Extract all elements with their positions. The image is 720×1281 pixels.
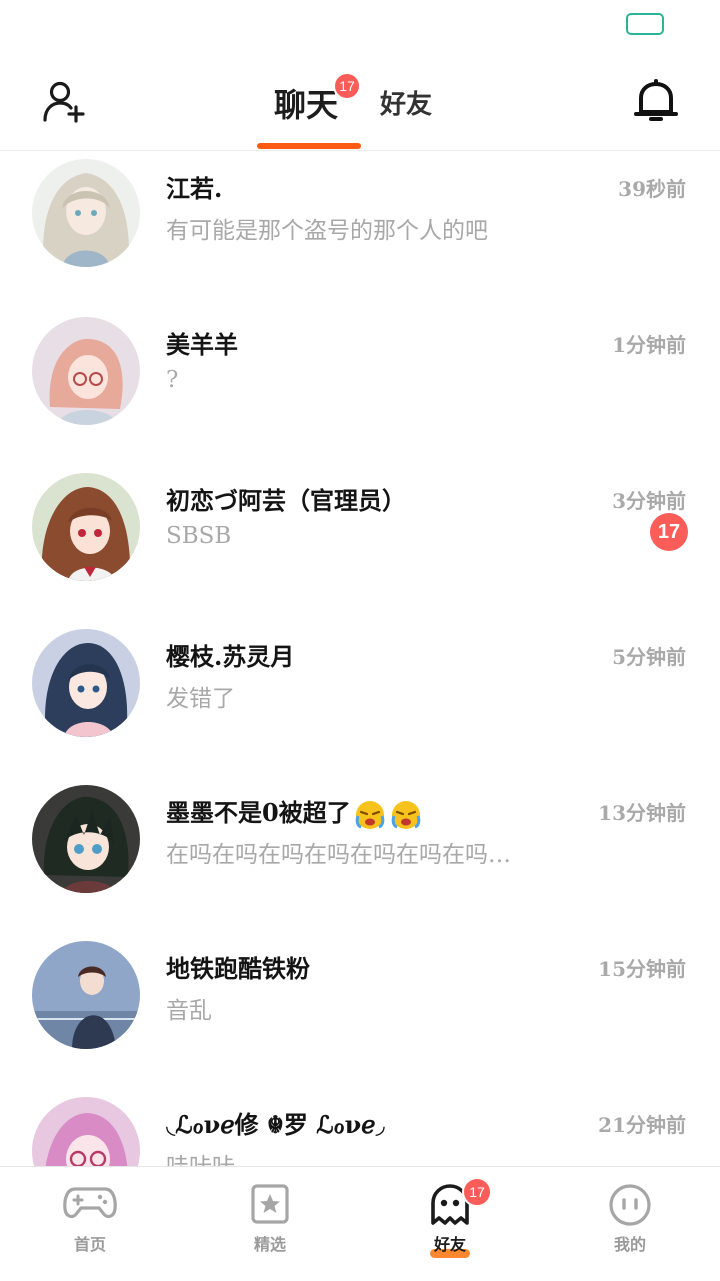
nav-label: 精选 (253, 1235, 286, 1254)
unread-count-badge: 17 (650, 513, 688, 551)
crying-face-emoji-icon (391, 800, 420, 829)
header: 聊天 17 好友 (0, 52, 720, 151)
avatar (32, 473, 140, 581)
conversation-item[interactable]: 地铁跑酷铁粉 音乱 15分钟前 (0, 931, 720, 1087)
conversation-last-message: 哇咔咔 (166, 1147, 235, 1166)
avatar (32, 629, 140, 737)
conversation-time: 21分钟前 (598, 1113, 686, 1137)
conversation-last-message: 发错了 (166, 686, 235, 712)
conversation-item[interactable]: 墨墨不是0被超了 在吗在吗在吗在吗在吗在吗在吗… 13分钟前 (0, 775, 720, 931)
conversation-last-message: 在吗在吗在吗在吗在吗在吗在吗… (166, 842, 511, 868)
nav-featured[interactable]: 精选 (180, 1167, 360, 1281)
conversation-item[interactable]: 初恋づ阿芸（官理员） SBSB 3分钟前 17 (0, 463, 720, 619)
notifications-button[interactable] (632, 76, 680, 126)
active-tab-indicator (257, 143, 361, 149)
bottom-tab-bar: 首页 精选 17 好友 我的 (0, 1166, 720, 1281)
gamepad-icon (63, 1187, 117, 1219)
conversation-last-message: 音乱 (166, 998, 212, 1024)
conversation-item[interactable]: 美羊羊 ? 1分钟前 (0, 307, 720, 463)
conversation-last-message: ? (166, 367, 179, 393)
star-bookmark-icon (251, 1184, 289, 1224)
status-bar (0, 0, 720, 52)
tab-chat[interactable]: 聊天 (274, 80, 338, 126)
nav-label: 好友 (433, 1235, 466, 1254)
conversation-time: 39秒前 (618, 177, 686, 201)
conversation-item[interactable]: 樱枝.苏灵月 发错了 5分钟前 (0, 619, 720, 775)
conversation-name: 美羊羊 (166, 330, 238, 359)
conversation-last-message: SBSB (166, 523, 232, 549)
bell-icon (634, 79, 678, 121)
face-icon (609, 1184, 651, 1226)
conversation-time: 3分钟前 (612, 489, 686, 513)
add-user-icon (43, 81, 85, 123)
conversation-name-text: 墨墨不是0被超了 (166, 798, 351, 827)
conversation-time: 1分钟前 (612, 333, 686, 357)
crying-face-emoji-icon (355, 800, 384, 829)
avatar (32, 159, 140, 267)
conversation-name: 墨墨不是0被超了 (166, 793, 423, 830)
avatar (32, 785, 140, 893)
friends-unread-badge: 17 (462, 1177, 492, 1207)
add-friend-button[interactable] (40, 80, 88, 124)
nav-me[interactable]: 我的 (540, 1167, 720, 1281)
conversation-name: 初恋づ阿芸（官理员） (166, 486, 406, 515)
conversation-name: 江若. (166, 174, 223, 203)
conversation-name: 地铁跑酷铁粉 (166, 954, 310, 983)
conversation-last-message: 有可能是那个盗号的那个人的吧 (166, 218, 488, 244)
nav-label: 我的 (613, 1235, 646, 1254)
battery-icon (626, 13, 664, 35)
conversation-time: 5分钟前 (612, 645, 686, 669)
conversation-item[interactable]: ◟ℒℴνℯ修 ☬罗 ℒℴνℯ◞ 哇咔咔 21分钟前 (0, 1087, 720, 1166)
nav-home[interactable]: 首页 (0, 1167, 180, 1281)
conversation-time: 13分钟前 (598, 801, 686, 825)
chat-unread-badge: 17 (333, 72, 361, 100)
conversation-name: 樱枝.苏灵月 (166, 642, 295, 671)
avatar (32, 1097, 140, 1166)
conversation-list: 江若. 有可能是那个盗号的那个人的吧 39秒前 美羊羊 ? 1分钟前 初恋づ阿芸… (0, 151, 720, 1166)
avatar (32, 317, 140, 425)
nav-friends[interactable]: 17 好友 (360, 1167, 540, 1281)
avatar (32, 941, 140, 1049)
nav-label: 首页 (73, 1235, 106, 1254)
conversation-time: 15分钟前 (598, 957, 686, 981)
conversation-item[interactable]: 江若. 有可能是那个盗号的那个人的吧 39秒前 (0, 151, 720, 307)
conversation-name: ◟ℒℴνℯ修 ☬罗 ℒℴνℯ◞ (166, 1110, 385, 1139)
tab-friends[interactable]: 好友 (380, 84, 432, 121)
